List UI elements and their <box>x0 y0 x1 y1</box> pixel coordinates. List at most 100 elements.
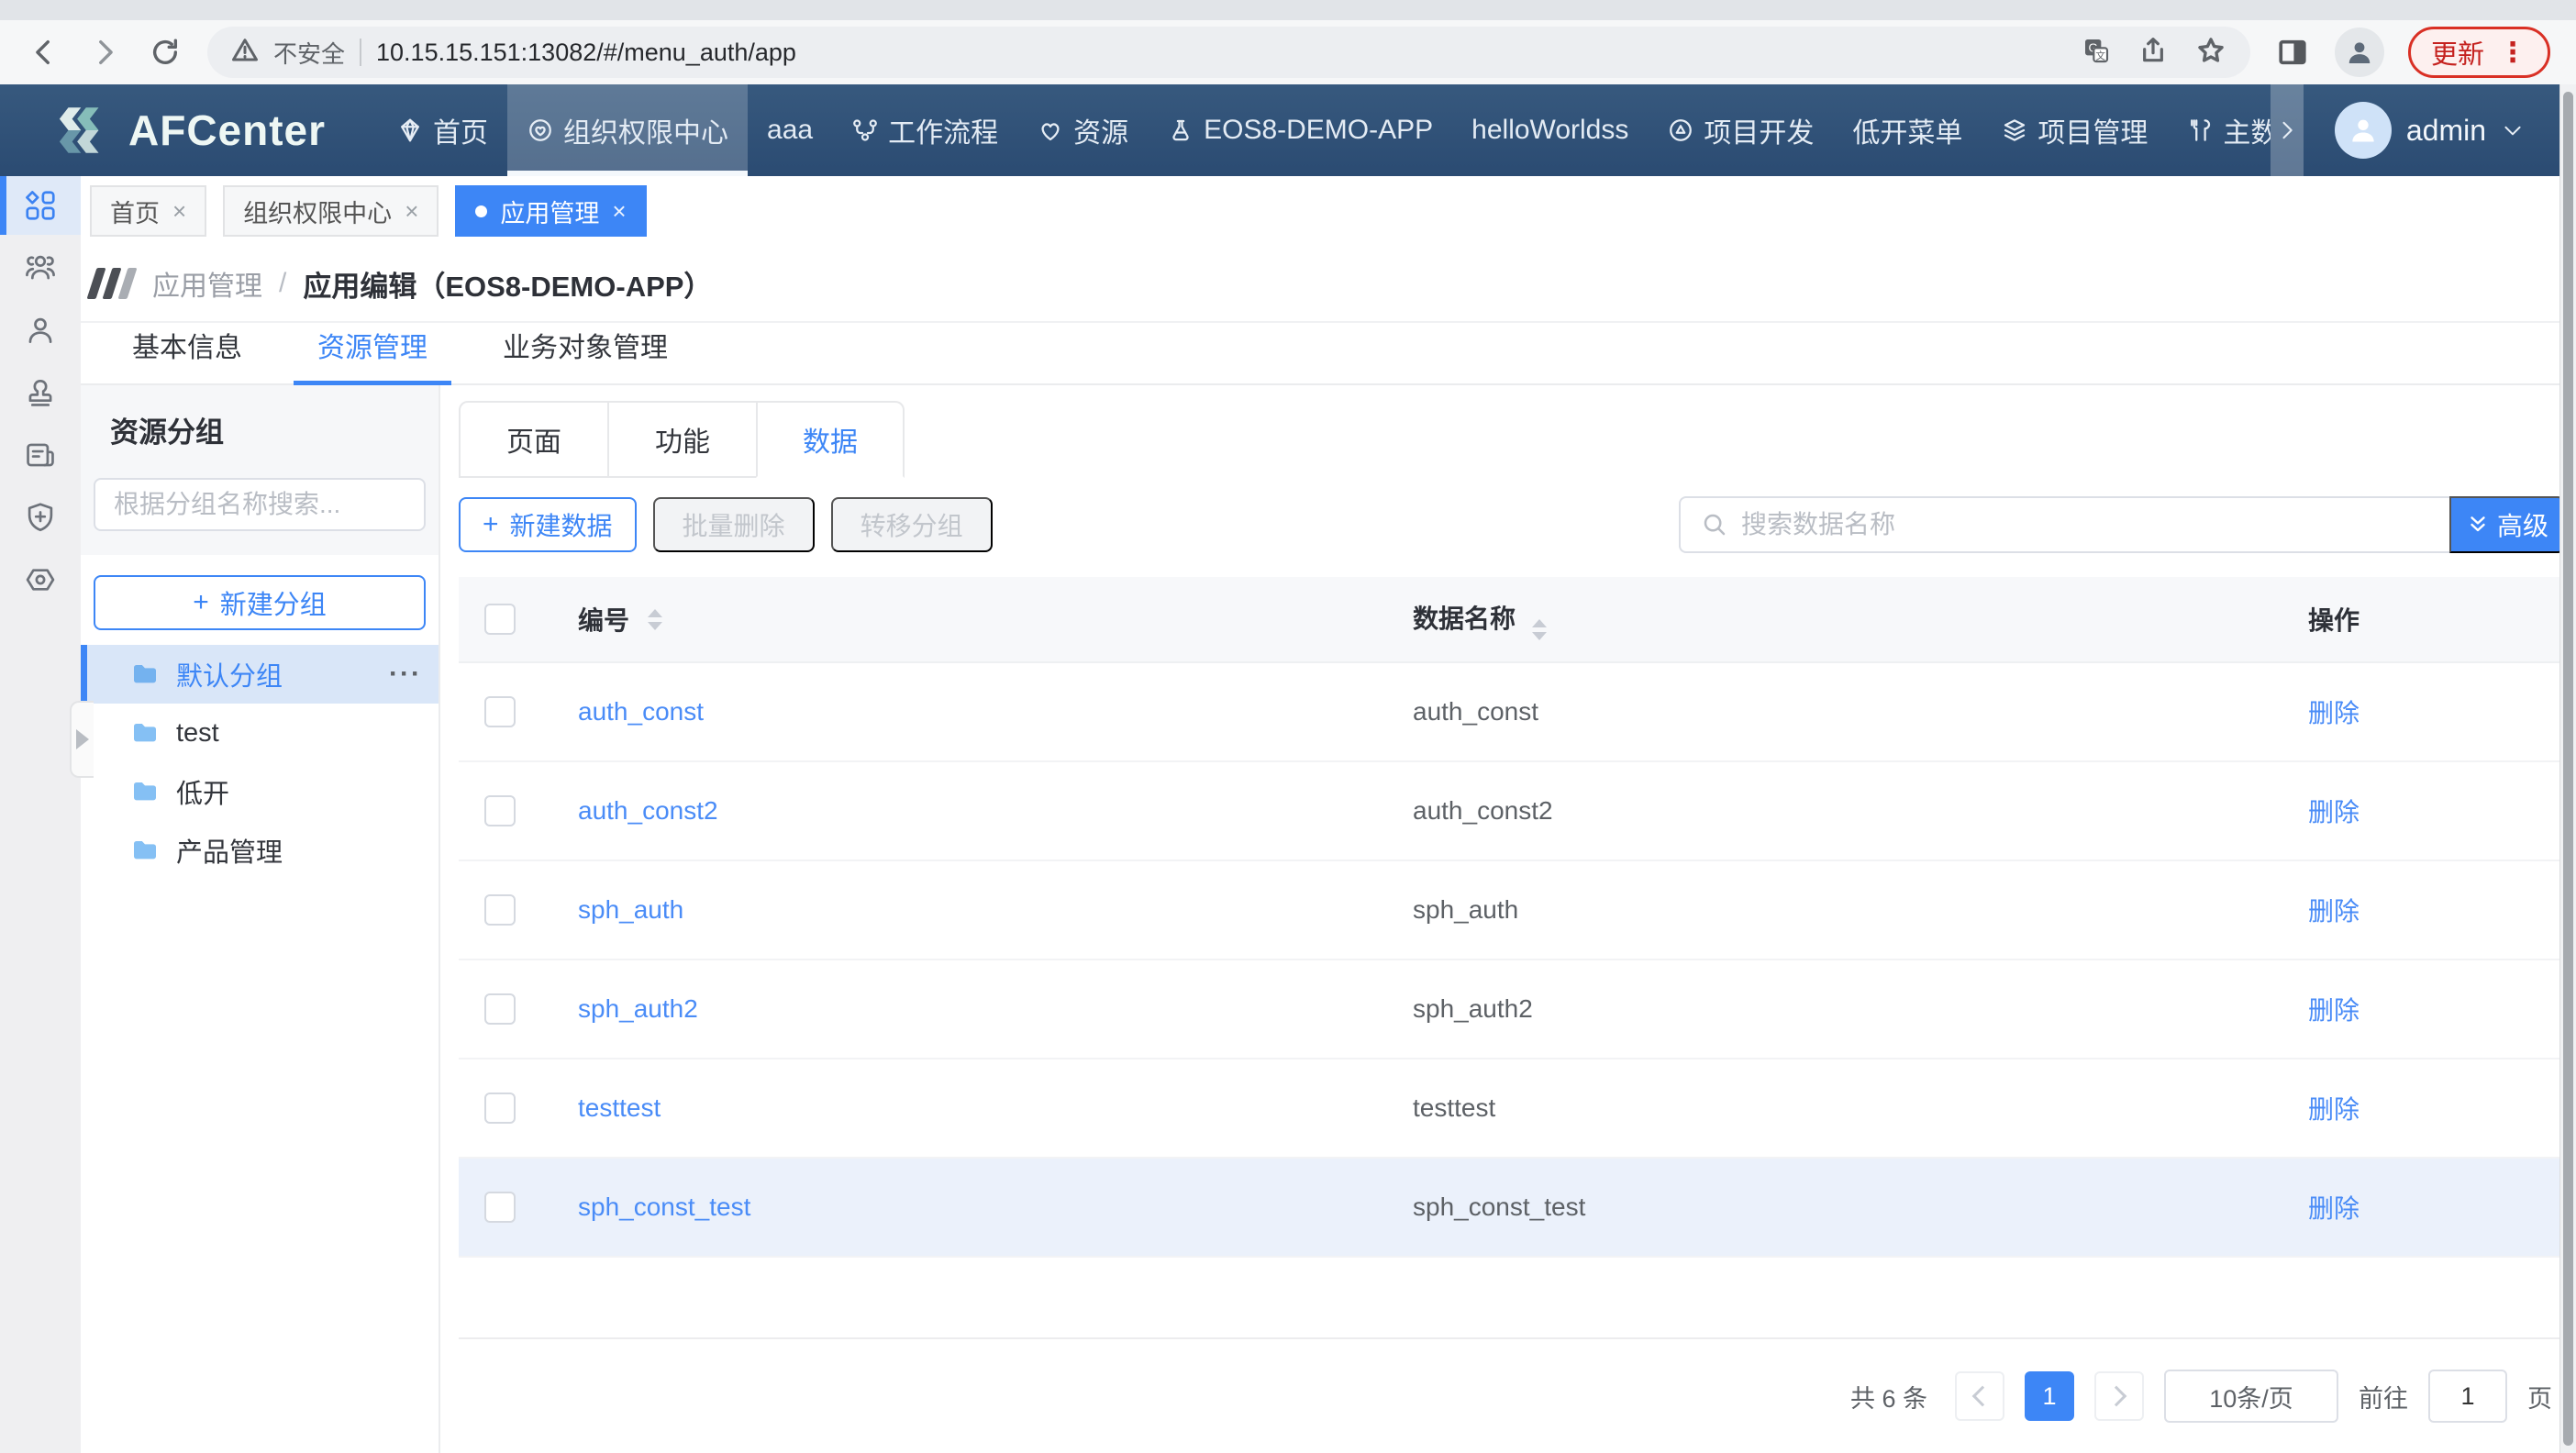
data-search-box[interactable] <box>1679 496 2449 553</box>
rail-item-news[interactable] <box>0 426 81 484</box>
tab-data[interactable]: 数据 <box>756 401 905 478</box>
row-checkbox[interactable] <box>484 696 516 727</box>
browser-menu-icon[interactable]: ⋮ <box>2499 37 2527 69</box>
row-checkbox[interactable] <box>484 1093 516 1124</box>
group-item-lowcode[interactable]: 低开 <box>81 762 439 821</box>
user-menu[interactable]: admin <box>2304 102 2561 159</box>
back-icon[interactable] <box>26 34 62 71</box>
menu-item-helloworldss[interactable]: helloWorldss <box>1452 84 1648 176</box>
menu-item-project-mgmt[interactable]: 项目管理 <box>1982 84 2167 176</box>
current-page[interactable]: 1 <box>2025 1371 2074 1421</box>
data-id-link[interactable]: sph_auth2 <box>578 994 698 1024</box>
page-size-select[interactable]: 10条/页 <box>2164 1370 2338 1423</box>
data-name-cell: sph_auth2 <box>1376 994 2308 1024</box>
menu-item-workflow[interactable]: 工作流程 <box>832 84 1017 176</box>
tab-pages[interactable]: 页面 <box>459 401 607 478</box>
breadcrumb-section[interactable]: 应用管理 <box>152 263 262 304</box>
tab-business-object[interactable]: 业务对象管理 <box>479 325 692 383</box>
chevron-down-icon <box>2501 118 2525 142</box>
group-item-default[interactable]: 默认分组 ··· <box>81 645 439 704</box>
row-checkbox[interactable] <box>484 795 516 826</box>
data-id-link[interactable]: sph_const_test <box>578 1192 750 1222</box>
next-page-button[interactable] <box>2094 1371 2144 1421</box>
data-id-link[interactable]: testtest <box>578 1093 661 1123</box>
left-icon-rail <box>0 176 81 1453</box>
svg-text:文: 文 <box>2095 50 2105 61</box>
goto-page-input[interactable] <box>2428 1370 2507 1423</box>
bookmark-star-icon[interactable] <box>2195 35 2226 71</box>
sort-icons[interactable] <box>648 609 662 630</box>
delete-link[interactable]: 删除 <box>2308 1095 2359 1124</box>
row-checkbox[interactable] <box>484 1192 516 1223</box>
table-row: sph_auth sph_auth 删除 <box>459 861 2565 960</box>
side-panel-icon[interactable] <box>2274 34 2311 71</box>
batch-delete-button[interactable]: 批量删除 <box>653 497 815 552</box>
stamp-icon <box>23 375 58 410</box>
row-checkbox[interactable] <box>484 894 516 926</box>
menu-item-org-auth-center[interactable]: 组织权限中心 <box>507 84 748 176</box>
browser-profile-icon[interactable] <box>2335 28 2384 77</box>
forward-icon[interactable] <box>86 34 123 71</box>
tab-resource-mgmt[interactable]: 资源管理 <box>294 325 451 383</box>
page-tab-app-mgmt[interactable]: 应用管理 × <box>455 185 646 237</box>
tab-functions[interactable]: 功能 <box>607 401 756 478</box>
group-more-icon[interactable]: ··· <box>389 659 422 690</box>
scrollbar-thumb[interactable] <box>2563 92 2573 1446</box>
menu-item-resource[interactable]: 资源 <box>1017 84 1148 176</box>
page-tab-org-auth[interactable]: 组织权限中心 × <box>223 185 439 237</box>
afcenter-logo <box>53 100 114 161</box>
rail-item-apps[interactable] <box>0 176 81 235</box>
menu-item-aaa[interactable]: aaa <box>748 84 832 176</box>
rail-item-user-groups[interactable] <box>0 238 81 297</box>
sort-icons[interactable] <box>1532 619 1547 640</box>
reload-icon[interactable] <box>147 34 183 71</box>
group-search-input[interactable] <box>94 478 426 531</box>
group-item-test[interactable]: test <box>81 704 439 762</box>
col-header-id[interactable]: 编号 <box>578 601 629 638</box>
new-group-button[interactable]: + 新建分组 <box>94 575 426 630</box>
move-group-button[interactable]: 转移分组 <box>831 497 993 552</box>
top-menu: 首页 组织权限中心 aaa 工作流程 资源 EOS8-DEMO-APP hell… <box>377 84 2271 176</box>
group-item-product-mgmt[interactable]: 产品管理 <box>81 821 439 880</box>
prev-page-button[interactable] <box>1955 1371 2004 1421</box>
panel-collapse-handle[interactable] <box>70 701 94 778</box>
delete-link[interactable]: 删除 <box>2308 996 2359 1025</box>
close-icon[interactable]: × <box>405 197 418 226</box>
menu-item-eos8-demo-app[interactable]: EOS8-DEMO-APP <box>1148 84 1452 176</box>
data-id-link[interactable]: sph_auth <box>578 895 683 925</box>
new-data-button[interactable]: + 新建数据 <box>459 497 637 552</box>
select-all-checkbox[interactable] <box>484 604 516 635</box>
translate-icon[interactable]: G文 <box>2082 36 2111 70</box>
data-resource-main: 页面 功能 数据 + 新建数据 批量删除 转移分组 <box>440 385 2576 1453</box>
row-checkbox[interactable] <box>484 993 516 1025</box>
rail-item-shield-add[interactable] <box>0 488 81 547</box>
delete-link[interactable]: 删除 <box>2308 699 2359 727</box>
menu-item-home[interactable]: 首页 <box>377 84 507 176</box>
delete-link[interactable]: 删除 <box>2308 798 2359 826</box>
delete-link[interactable]: 删除 <box>2308 1194 2359 1223</box>
rail-item-stamp[interactable] <box>0 363 81 422</box>
page-tab-home[interactable]: 首页 × <box>90 185 206 237</box>
data-name-cell: auth_const <box>1376 697 2308 726</box>
tab-basic-info[interactable]: 基本信息 <box>108 325 266 383</box>
menu-item-project-dev[interactable]: 项目开发 <box>1648 84 1833 176</box>
menu-item-lowcode-menu[interactable]: 低开菜单 <box>1833 84 1982 176</box>
data-id-link[interactable]: auth_const2 <box>578 796 718 826</box>
rail-item-settings[interactable] <box>0 550 81 609</box>
window-scrollbar[interactable] <box>2559 84 2576 1453</box>
col-header-name[interactable]: 数据名称 <box>1413 604 1516 633</box>
share-icon[interactable] <box>2138 36 2168 70</box>
close-icon[interactable]: × <box>172 197 186 226</box>
people-group-icon <box>23 250 58 285</box>
advanced-search-button[interactable]: 高级 <box>2449 496 2565 553</box>
menu-item-master-data[interactable]: 主数据管理 <box>2167 84 2271 176</box>
data-id-link[interactable]: auth_const <box>578 697 704 726</box>
rail-item-user[interactable] <box>0 301 81 360</box>
delete-link[interactable]: 删除 <box>2308 897 2359 926</box>
data-search-input[interactable] <box>1741 510 2429 539</box>
user-avatar <box>2335 102 2392 159</box>
chrome-update-button[interactable]: 更新 ⋮ <box>2408 27 2550 78</box>
close-icon[interactable]: × <box>612 197 626 226</box>
address-bar[interactable]: 不安全 10.15.15.151:13082/#/menu_auth/app G… <box>207 27 2250 78</box>
menu-overflow-arrow[interactable] <box>2271 84 2304 176</box>
